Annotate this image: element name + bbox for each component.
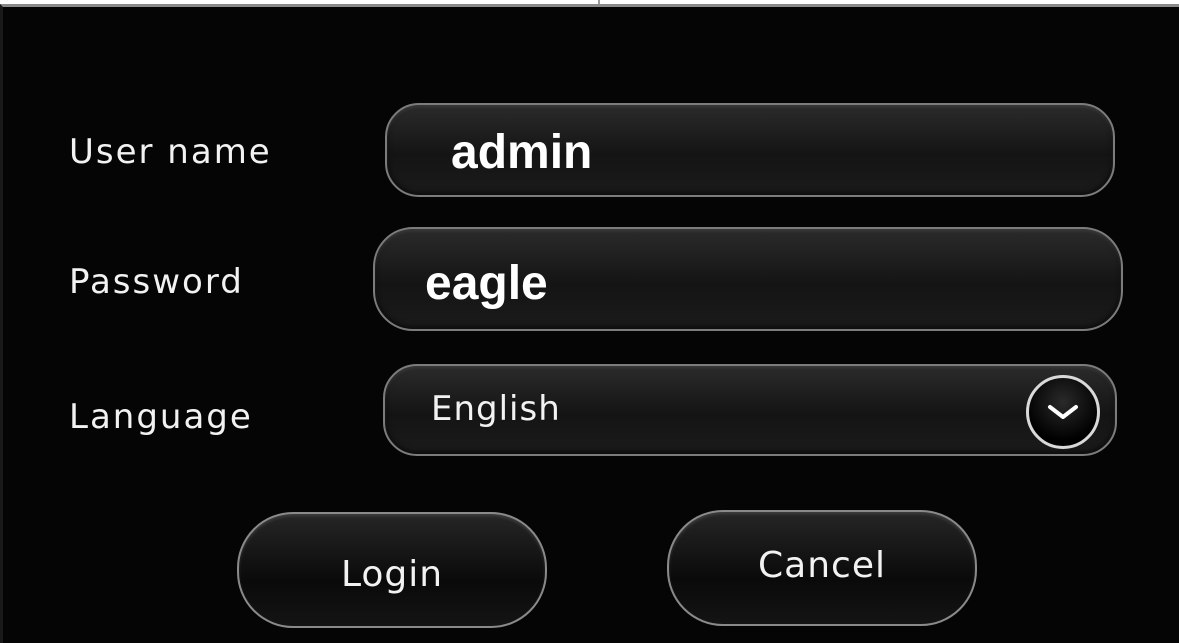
login-button[interactable]: Login (237, 512, 547, 628)
password-field[interactable]: eagle (373, 227, 1123, 331)
language-select[interactable]: English (383, 364, 1117, 456)
username-label: User name (69, 132, 272, 172)
language-dropdown-button[interactable] (1011, 374, 1115, 450)
username-field[interactable]: admin (385, 103, 1115, 197)
language-label: Language (69, 397, 253, 437)
cancel-button[interactable]: Cancel (667, 510, 977, 626)
login-dialog: User name admin Password eagle Language … (0, 4, 1179, 643)
language-selected-value: English (431, 389, 561, 429)
password-label: Password (69, 262, 244, 302)
chevron-down-icon (1026, 375, 1100, 449)
username-value: admin (451, 126, 593, 179)
password-value: eagle (425, 257, 548, 310)
